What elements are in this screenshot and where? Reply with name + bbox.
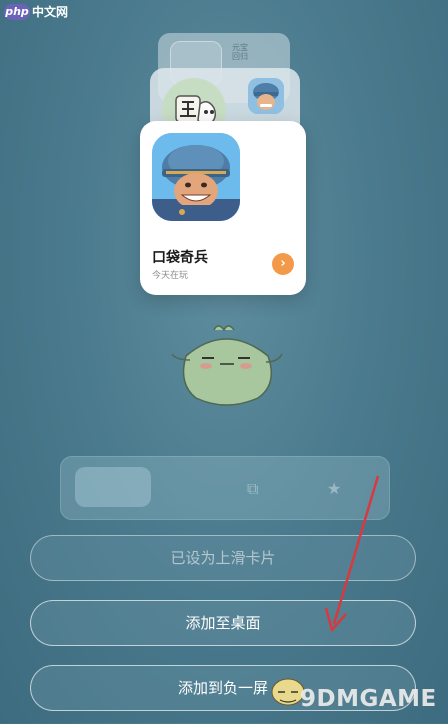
mascot-illustration — [168, 318, 284, 412]
copy-icon[interactable]: ⧉ — [247, 479, 258, 499]
site-watermark-text: 中文网 — [32, 5, 69, 19]
annotation-arrow-icon — [320, 470, 390, 644]
game-title: 口袋奇兵 — [152, 250, 208, 266]
game-status: 今天在玩 — [152, 271, 189, 281]
soldier-game-small-icon — [248, 78, 284, 114]
dock-app-slot[interactable] — [75, 467, 151, 507]
chevron-right-icon[interactable]: › — [272, 253, 294, 275]
card-mini-text: 元宝 回归 — [232, 43, 248, 61]
bottom-watermark-text: 9DMGAME — [300, 686, 437, 712]
current-game-card[interactable]: 口袋奇兵 今天在玩 › — [140, 121, 306, 295]
php-logo-badge: php — [4, 4, 30, 20]
soldier-game-icon — [152, 133, 240, 221]
